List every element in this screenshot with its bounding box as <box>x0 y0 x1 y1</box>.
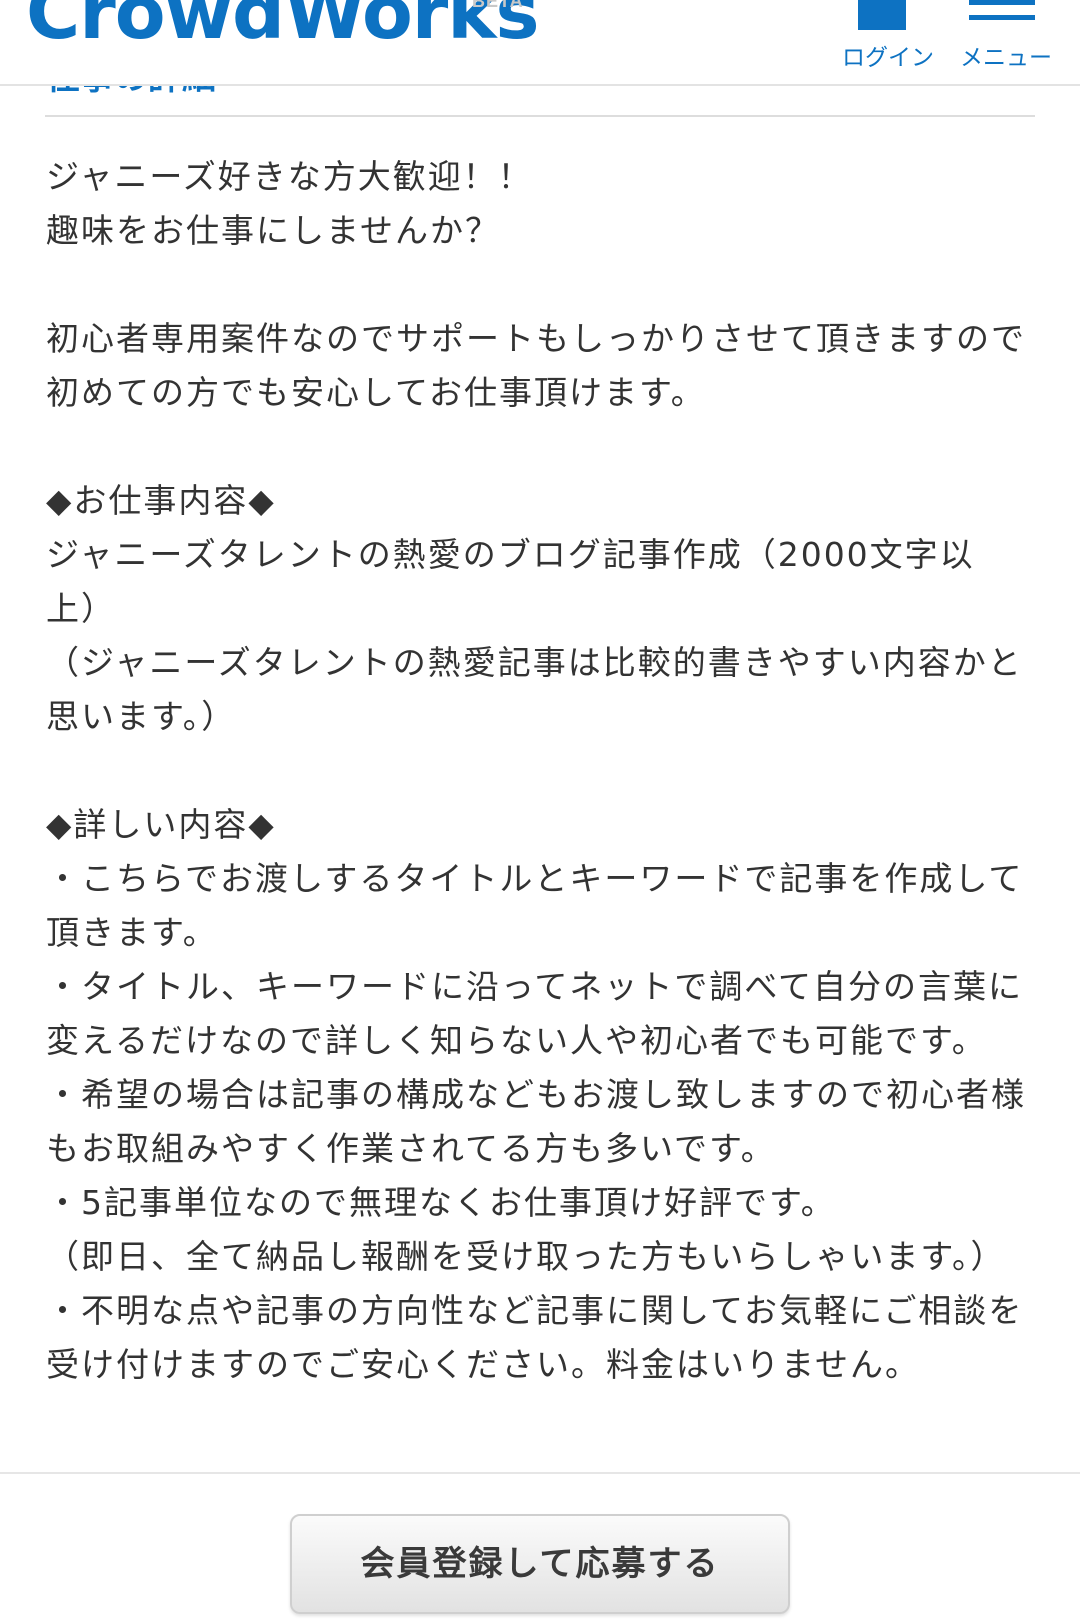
job-description: ジャニーズ好きな方大歓迎！！ 趣味をお仕事にしませんか？ 初心者専用案件なのでサ… <box>46 157 1026 1384</box>
login-label: ログイン <box>842 45 934 71</box>
hamburger-menu-icon <box>969 0 1035 22</box>
apply-bar: 会員登録して応募する <box>0 1472 1080 1622</box>
crowdworks-logo[interactable]: CrowdWorks <box>26 0 540 50</box>
beta-badge: BETA <box>472 0 524 11</box>
login-icon <box>858 0 906 30</box>
menu-label: メニュー <box>960 45 1052 71</box>
register-and-apply-button[interactable]: 会員登録して応募する <box>290 1514 790 1614</box>
menu-button[interactable]: メニュー <box>958 0 1068 80</box>
login-button[interactable]: ログイン <box>835 0 941 80</box>
section-divider <box>45 115 1035 117</box>
site-header: CrowdWorks BETA ログイン メニュー <box>0 0 1080 86</box>
